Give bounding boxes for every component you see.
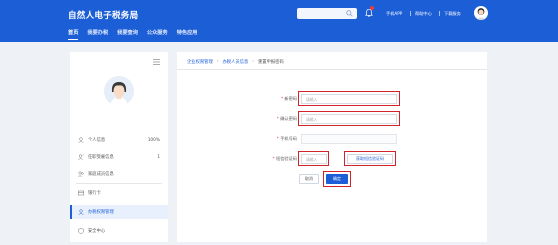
sidebar-item-tax-permission[interactable]: 办税权限管理 (70, 205, 168, 219)
user-group-icon (78, 154, 84, 160)
nav-home[interactable]: 首页 (68, 29, 79, 40)
sidebar-item-label: 银行卡 (88, 191, 101, 196)
card-icon (78, 190, 84, 196)
family-icon (78, 171, 84, 177)
nav-tax-handling[interactable]: 我要办税 (87, 29, 108, 36)
breadcrumb-item[interactable]: 企业权限管理 (187, 59, 213, 65)
nav-query[interactable]: 我要查询 (117, 29, 138, 36)
sidebar-item-security-center[interactable]: 安全中心 (70, 224, 168, 238)
breadcrumb-item[interactable]: 办税人员信息 (223, 59, 249, 65)
sms-code-label: * 短信验证码 (272, 156, 297, 161)
sidebar-item-label: 个人信息 (88, 138, 106, 143)
avatar[interactable] (474, 6, 488, 20)
menu-icon[interactable] (153, 59, 160, 65)
employment-count: 1 (157, 154, 160, 160)
divider (439, 11, 440, 16)
main-nav: 首页 我要办税 我要查询 公众服务 特色应用 (68, 29, 198, 40)
cancel-button[interactable]: 取消 (299, 174, 319, 184)
site-title: 自然人电子税务局 (68, 11, 139, 21)
sidebar-item-label: 家庭成员信息 (88, 172, 114, 177)
shield-icon (78, 209, 84, 215)
phone-field (301, 134, 397, 144)
confirm-password-label: * 确认密码 (276, 116, 297, 121)
divider (76, 183, 162, 184)
breadcrumb-current: 重置申报密码 (258, 60, 284, 65)
highlight-box (298, 151, 329, 166)
sidebar-item-label: 任职受雇信息 (88, 155, 114, 160)
breadcrumb: 企业权限管理 › 办税人员信息 › 重置申报密码 (187, 59, 284, 65)
new-password-label: * 新密码 (280, 96, 297, 101)
help-center-link[interactable]: 帮助中心 (415, 11, 432, 17)
completion-percent: 100% (147, 137, 160, 143)
highlight-box (298, 111, 400, 126)
sidebar-item-personal-info[interactable]: 个人信息 100% (70, 133, 168, 147)
download-link[interactable]: 下载服务 (444, 11, 461, 17)
main-panel: 企业权限管理 › 办税人员信息 › 重置申报密码 * 新密码 请输入 * 确认密… (177, 52, 487, 242)
sidebar-item-bank-card[interactable]: 银行卡 (70, 186, 168, 200)
sidebar-item-family-info[interactable]: 家庭成员信息 (70, 167, 168, 181)
nav-featured[interactable]: 特色应用 (177, 29, 198, 36)
mobile-app-link[interactable]: 手机APP (386, 11, 402, 17)
divider (177, 69, 487, 70)
nav-public-service[interactable]: 公众服务 (147, 29, 168, 36)
notification-dot (370, 6, 374, 10)
search-icon[interactable] (346, 10, 353, 17)
lock-icon (78, 228, 84, 234)
sidebar-item-label: 办税权限管理 (88, 210, 114, 215)
top-bar: 自然人电子税务局 首页 我要办税 我要查询 公众服务 特色应用 手机APP 帮助… (0, 0, 558, 42)
profile-avatar (104, 76, 134, 106)
highlight-box (323, 171, 351, 187)
chevron-right-icon: › (216, 59, 219, 64)
sidebar: 个人信息 100% 任职受雇信息 1 家庭成员信息 银行卡 办税权限管理 安全中… (70, 52, 168, 242)
divider (410, 11, 411, 16)
highlight-box (298, 91, 400, 106)
phone-label: * 手机号码 (276, 136, 297, 141)
user-icon (78, 137, 84, 143)
chevron-right-icon: › (252, 59, 254, 64)
sidebar-item-employment-info[interactable]: 任职受雇信息 1 (70, 150, 168, 164)
sidebar-item-label: 安全中心 (88, 229, 106, 234)
highlight-box (344, 151, 396, 166)
